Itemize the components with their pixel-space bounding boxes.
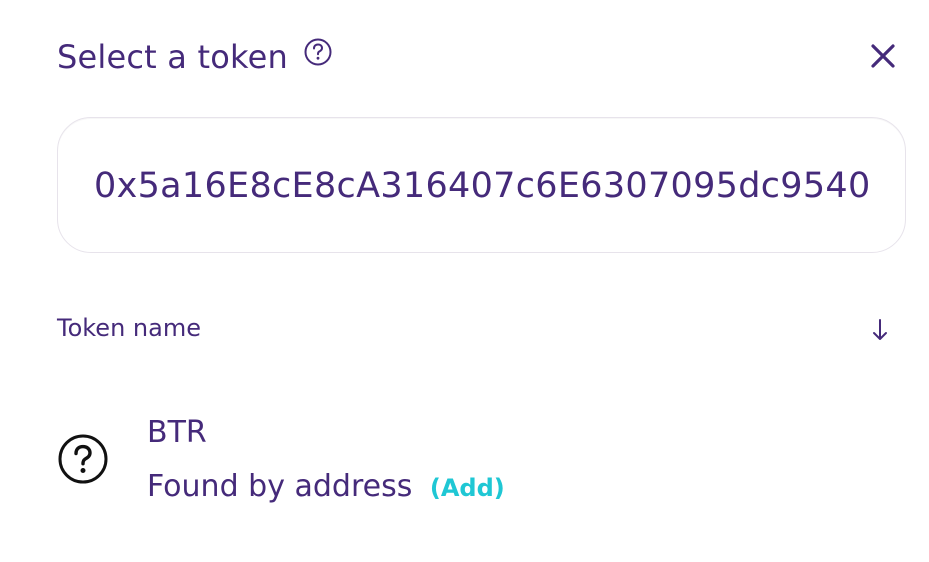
- select-token-modal: Select a token Token name BTR Found by a…: [0, 0, 929, 562]
- question-circle-icon[interactable]: [303, 37, 333, 67]
- question-circle-icon: [58, 434, 108, 484]
- token-list-item[interactable]: BTR Found by address (Add): [57, 405, 907, 515]
- modal-header: Select a token: [57, 28, 907, 88]
- token-list-header: Token name: [57, 308, 907, 348]
- token-search-box[interactable]: [57, 117, 906, 253]
- token-address-input[interactable]: [94, 162, 884, 210]
- token-subtitle-row: Found by address (Add): [147, 467, 505, 508]
- sort-label: Token name: [57, 314, 201, 342]
- token-subtitle: Found by address: [147, 469, 413, 504]
- close-icon[interactable]: [867, 40, 899, 72]
- add-token-link[interactable]: (Add): [430, 474, 505, 502]
- token-symbol: BTR: [147, 415, 207, 450]
- arrow-down-icon[interactable]: [868, 316, 892, 344]
- modal-title: Select a token: [57, 38, 288, 76]
